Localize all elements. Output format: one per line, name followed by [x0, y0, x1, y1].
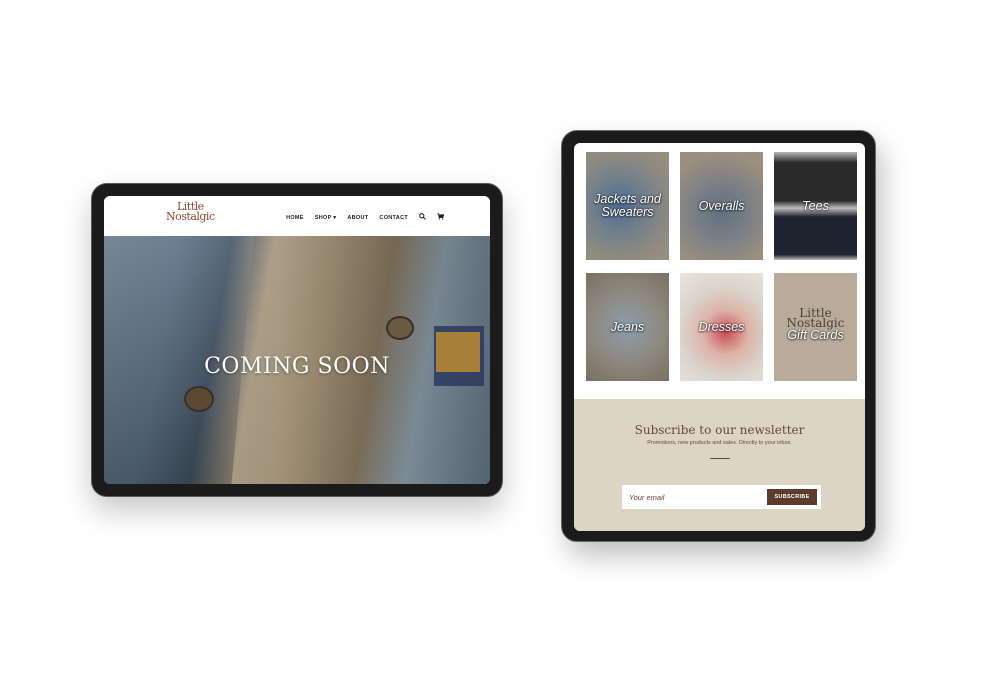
- nav-shop[interactable]: SHOP ▾: [315, 215, 337, 221]
- category-tile-overalls[interactable]: Overalls: [680, 152, 763, 260]
- newsletter-divider: [710, 458, 730, 459]
- email-field[interactable]: [629, 485, 759, 509]
- gift-card-logo: Little Nostalgic: [786, 307, 845, 330]
- cart-icon[interactable]: [437, 213, 445, 222]
- camera-cluster: [702, 135, 736, 166]
- category-tile-jeans[interactable]: Jeans: [586, 273, 669, 381]
- gift-card-logo-line-2: Nostalgic: [786, 316, 845, 330]
- category-label: Dresses: [698, 319, 745, 334]
- site-logo[interactable]: Little Nostalgic: [166, 201, 215, 223]
- subscribe-button[interactable]: SUBSCRIBE: [767, 489, 817, 505]
- portrait-tablet-mockup: Jackets and Sweaters Overalls Tees Jeans…: [561, 130, 876, 542]
- category-label: Gift Cards: [787, 328, 844, 342]
- site-header: Little Nostalgic HOME SHOP ▾ ABOUT CONTA…: [104, 196, 490, 236]
- category-label: Jeans: [610, 319, 645, 334]
- main-nav: HOME SHOP ▾ ABOUT CONTACT: [286, 213, 445, 222]
- hero-button-left: [184, 386, 214, 412]
- portrait-screen: Jackets and Sweaters Overalls Tees Jeans…: [574, 143, 865, 531]
- category-label: Overalls: [698, 198, 745, 213]
- category-label: Jackets and Sweaters: [594, 192, 661, 219]
- category-tile-jackets[interactable]: Jackets and Sweaters: [586, 152, 669, 260]
- nav-home[interactable]: HOME: [286, 215, 304, 221]
- newsletter-form: SUBSCRIBE: [622, 485, 821, 509]
- newsletter-title: Subscribe to our newsletter: [634, 423, 805, 437]
- chevron-down-icon: ▾: [333, 214, 337, 221]
- newsletter-section: Subscribe to our newsletter Promotions, …: [574, 399, 865, 531]
- hero-button-right: [386, 316, 414, 340]
- logo-line-2: Nostalgic: [166, 210, 215, 223]
- category-label: Tees: [802, 198, 829, 213]
- category-tile-dresses[interactable]: Dresses: [680, 273, 763, 381]
- category-tile-tees[interactable]: Tees: [774, 152, 857, 260]
- landscape-tablet-mockup: Little Nostalgic HOME SHOP ▾ ABOUT CONTA…: [91, 183, 503, 497]
- hero-image: COMING SOON: [104, 236, 490, 484]
- category-tile-gift-cards[interactable]: Little Nostalgic Gift Cards: [774, 273, 857, 381]
- landscape-screen: Little Nostalgic HOME SHOP ▾ ABOUT CONTA…: [104, 196, 490, 484]
- newsletter-subtitle: Promotions, new products and sales. Dire…: [647, 440, 792, 446]
- search-icon[interactable]: [419, 213, 426, 222]
- hero-title: COMING SOON: [204, 354, 390, 379]
- nav-shop-label: SHOP: [314, 214, 332, 221]
- nav-contact[interactable]: CONTACT: [379, 215, 408, 221]
- nav-about[interactable]: ABOUT: [347, 215, 368, 221]
